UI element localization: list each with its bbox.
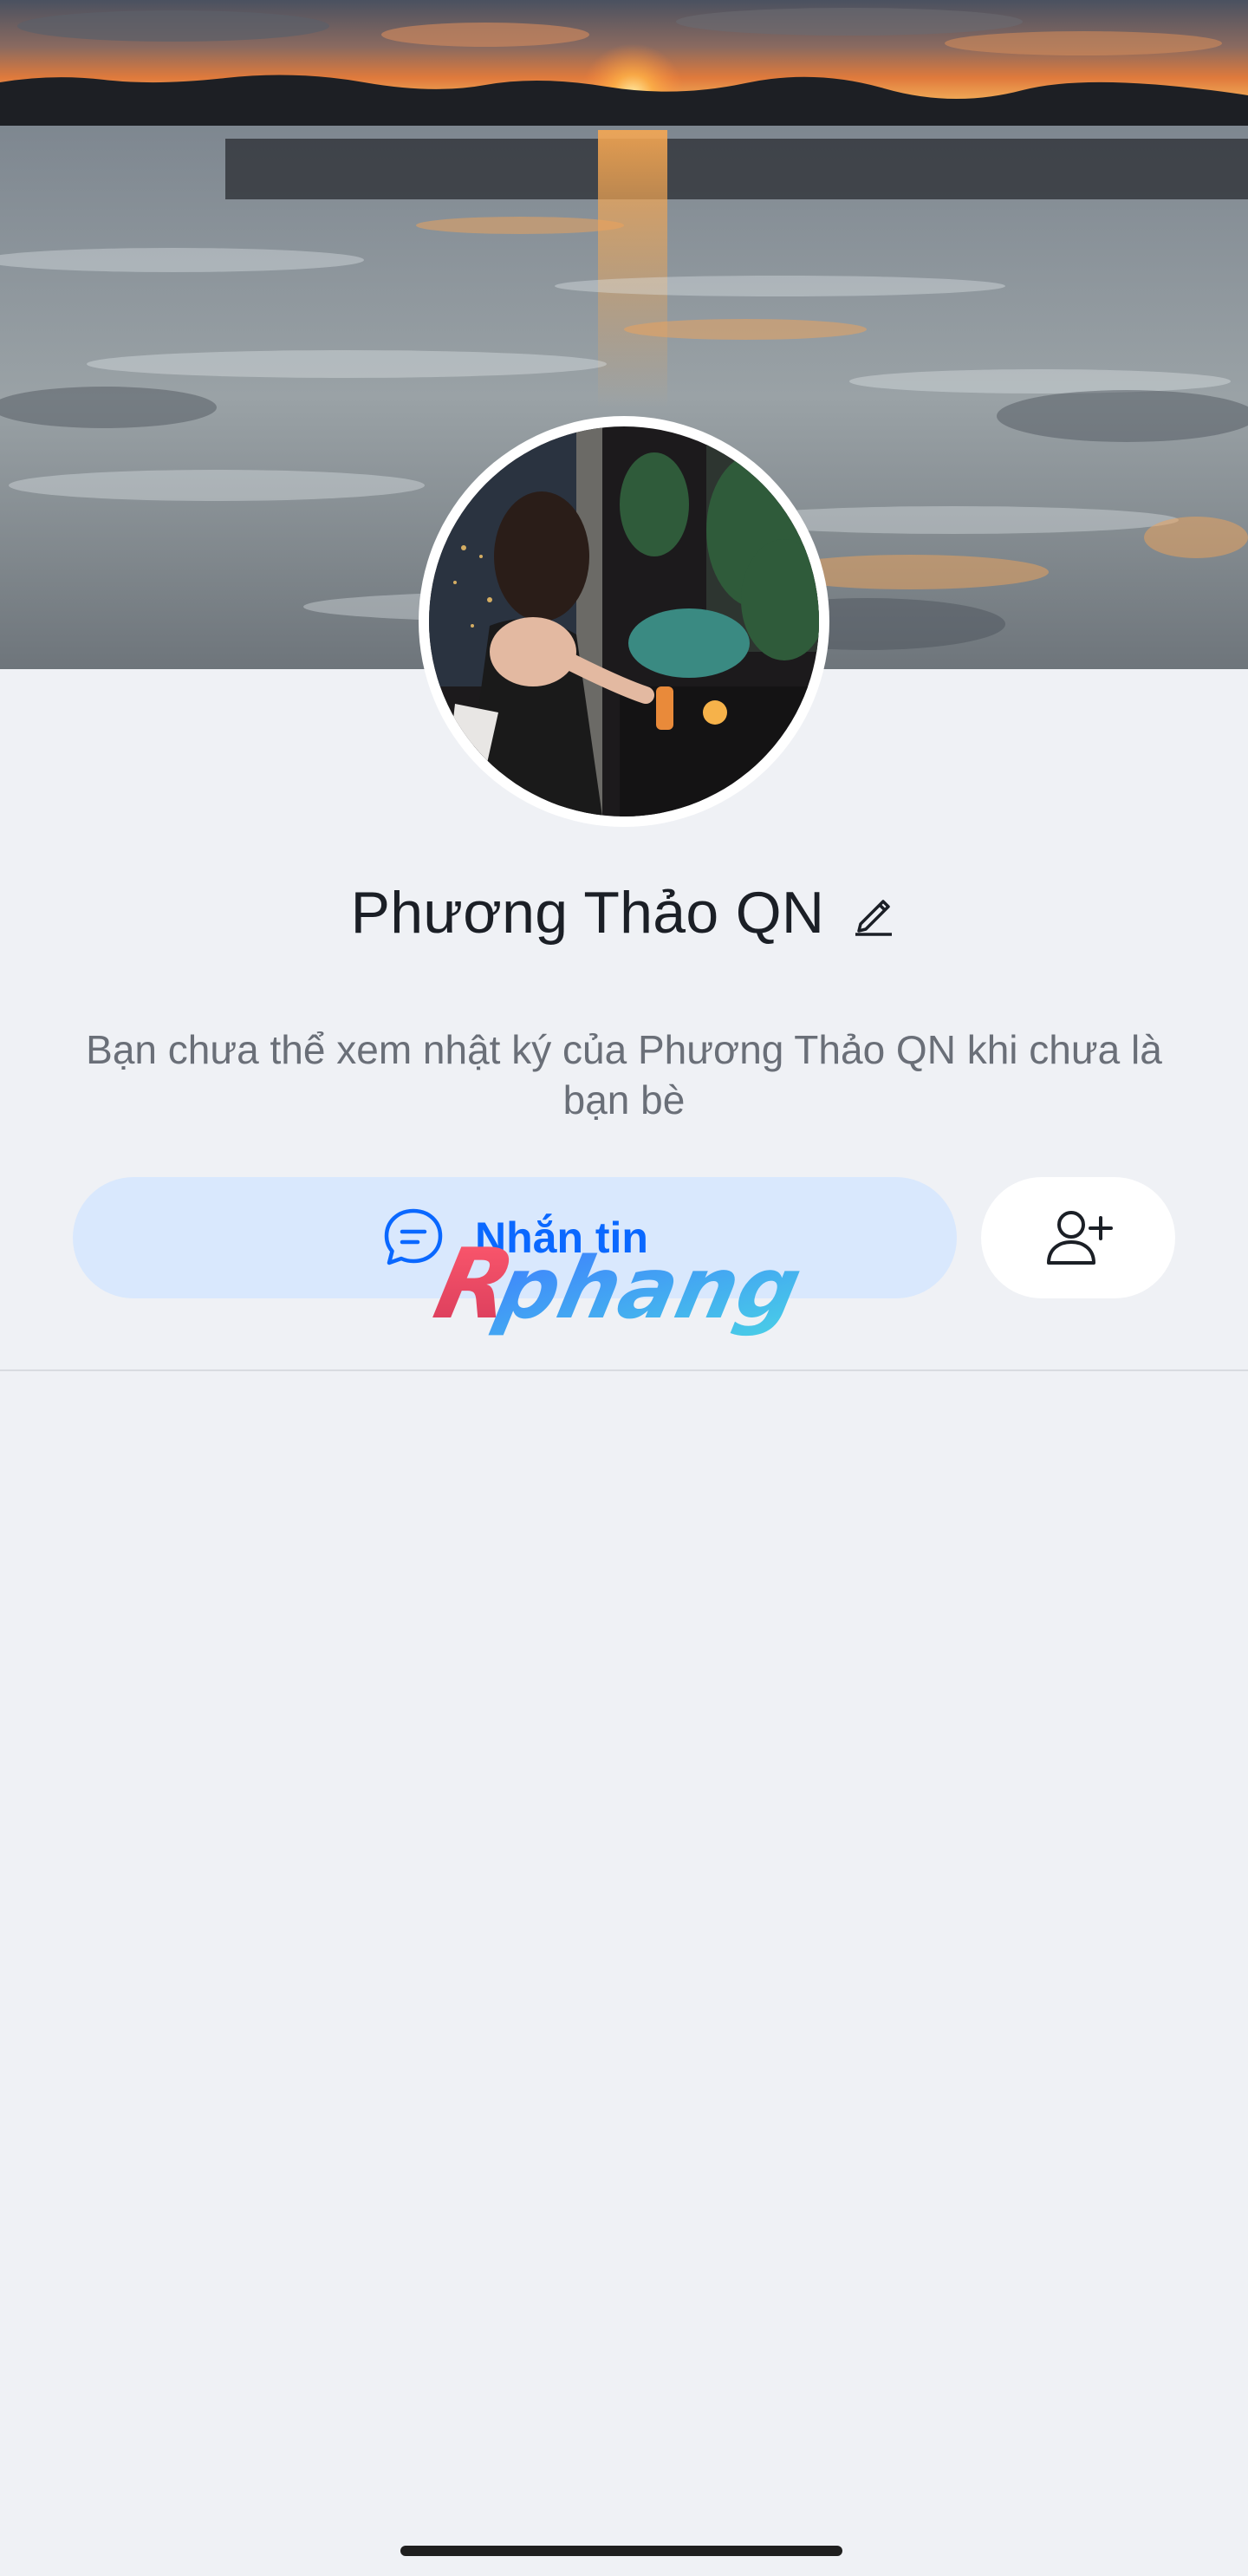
- profile-avatar[interactable]: [419, 416, 829, 827]
- home-indicator[interactable]: [400, 2546, 842, 2556]
- privacy-note: Bạn chưa thể xem nhật ký của Phương Thảo…: [86, 1027, 1162, 1122]
- add-user-icon: [1047, 1211, 1113, 1265]
- message-button-label: Nhắn tin: [475, 1213, 648, 1262]
- profile-name-row: Phương Thảo QN: [0, 875, 1248, 950]
- section-divider: [0, 1369, 1248, 1371]
- profile-page: Phương Thảo QN Bạn chưa thể xem nhật ký …: [0, 0, 1248, 2576]
- edit-name-button[interactable]: [850, 889, 897, 936]
- pencil-icon: [855, 900, 893, 936]
- message-button[interactable]: Nhắn tin: [73, 1177, 957, 1298]
- avatar-image: [429, 426, 819, 816]
- profile-name: Phương Thảo QN: [350, 880, 825, 946]
- chat-bubble-icon: [384, 1208, 443, 1265]
- add-friend-button[interactable]: [981, 1177, 1175, 1298]
